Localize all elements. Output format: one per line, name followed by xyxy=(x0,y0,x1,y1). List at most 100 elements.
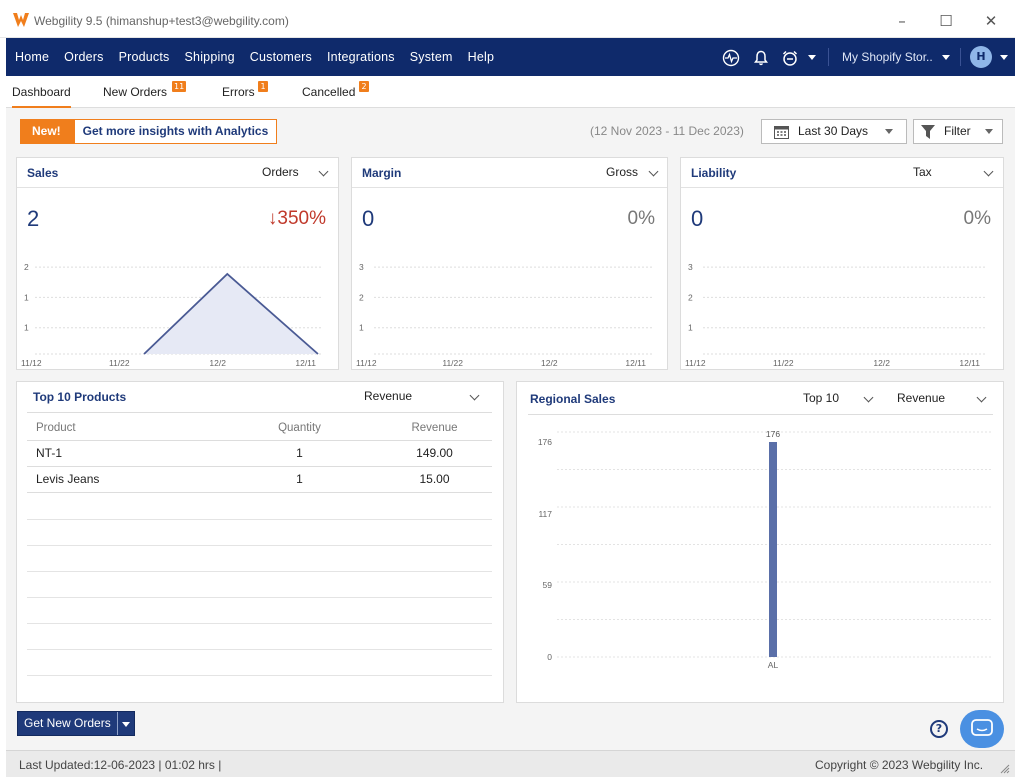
y-tick-label: 2 xyxy=(24,262,29,272)
filter-icon xyxy=(921,125,935,139)
table-row[interactable]: Levis Jeans 1 15.00 xyxy=(27,466,492,493)
margin-chart: 1 2 3 11/12 11/22 12/2 12/11 xyxy=(356,262,652,368)
card-title: Top 10 Products xyxy=(33,390,127,404)
x-tick-label: 11/22 xyxy=(773,358,794,368)
x-tick-label: 11/12 xyxy=(685,358,706,368)
tab-dashboard[interactable]: Dashboard xyxy=(12,76,71,108)
nav-item-home[interactable]: Home xyxy=(6,38,61,76)
nav-item-integrations[interactable]: Integrations xyxy=(324,38,407,76)
nav-item-customers[interactable]: Customers xyxy=(247,38,324,76)
get-new-orders-button[interactable]: Get New Orders xyxy=(17,711,135,736)
x-tick-label: 11/12 xyxy=(356,358,377,368)
chevron-down-icon[interactable] xyxy=(976,392,987,403)
x-tick-label: 11/22 xyxy=(442,358,463,368)
main-nav: Home Orders Products Shipping Customers Integ… xyxy=(6,38,1015,76)
series-area xyxy=(144,274,318,354)
x-tick-label: 12/2 xyxy=(209,358,226,368)
avatar[interactable]: H xyxy=(970,46,992,68)
nav-item-orders[interactable]: Orders xyxy=(61,38,115,76)
errors-badge: 1 xyxy=(258,81,268,92)
card-header: Sales Orders xyxy=(17,158,338,188)
card-title: Margin xyxy=(362,166,402,180)
alarm-clock-icon[interactable] xyxy=(781,49,799,67)
promo-message[interactable]: Get more insights with Analytics xyxy=(75,120,277,143)
bell-icon[interactable] xyxy=(752,49,770,67)
empty-row xyxy=(27,571,492,572)
column-header-product: Product xyxy=(27,416,222,441)
sales-change-value: 350% xyxy=(277,208,326,229)
analytics-promo[interactable]: New! Get more insights with Analytics xyxy=(20,119,278,144)
chevron-down-icon[interactable] xyxy=(318,166,329,177)
column-header-revenue: Revenue xyxy=(377,416,492,441)
tab-errors[interactable]: Errors xyxy=(222,76,255,108)
sub-tabs: Dashboard New Orders 11 Errors 1 Cancell… xyxy=(6,76,1015,108)
calendar-icon xyxy=(774,126,789,139)
empty-row xyxy=(27,675,492,676)
get-new-orders-caret-icon[interactable] xyxy=(118,712,134,735)
close-icon[interactable]: ✕ xyxy=(980,10,1002,32)
bar xyxy=(769,442,777,657)
y-tick-label: 3 xyxy=(359,262,364,272)
maximize-icon[interactable]: ☐ xyxy=(935,10,957,32)
nav-item-help[interactable]: Help xyxy=(465,38,507,76)
alarm-dropdown-caret-icon[interactable] xyxy=(808,55,816,60)
empty-row xyxy=(27,649,492,650)
nav-item-shipping[interactable]: Shipping xyxy=(182,38,247,76)
top-products-metric-selector[interactable]: Revenue xyxy=(364,389,412,403)
data-label: 176 xyxy=(766,429,780,439)
regional-metric-selector[interactable]: Revenue xyxy=(897,391,945,405)
liability-card: Liability Tax 0 0% 1 2 3 11/12 11/22 12/2 12/1… xyxy=(680,157,1004,370)
chevron-down-icon[interactable] xyxy=(648,166,659,177)
avatar-dropdown-caret-icon[interactable] xyxy=(1000,55,1008,60)
sales-change: ↓350% xyxy=(268,208,326,230)
x-tick-label: AL xyxy=(768,660,779,670)
card-header: Liability Tax xyxy=(681,158,1003,188)
product-quantity: 1 xyxy=(222,466,377,493)
nav-item-system[interactable]: System xyxy=(407,38,465,76)
help-icon[interactable]: ? xyxy=(930,720,948,738)
card-title: Regional Sales xyxy=(530,392,616,406)
period-dropdown[interactable]: Last 30 Days xyxy=(761,119,907,144)
chevron-down-icon[interactable] xyxy=(469,390,480,401)
chat-launcher-button[interactable] xyxy=(960,710,1004,748)
minimize-icon[interactable]: – xyxy=(891,10,913,32)
margin-card: Margin Gross 0 0% 1 2 3 11/12 11/22 12/2 12/11 xyxy=(351,157,668,370)
last-updated-text: Last Updated:12-06-2023 | 01:02 hrs | xyxy=(19,758,222,772)
date-range-text: (12 Nov 2023 - 11 Dec 2023) xyxy=(590,124,744,138)
liability-metric-selector[interactable]: Tax xyxy=(913,165,932,179)
get-new-orders-label[interactable]: Get New Orders xyxy=(18,712,118,735)
regional-top-selector[interactable]: Top 10 xyxy=(803,391,839,405)
activity-icon[interactable] xyxy=(722,49,740,67)
copyright-text: Copyright © 2023 Webgility Inc. xyxy=(815,758,984,772)
x-tick-label: 12/11 xyxy=(625,358,646,368)
liability-chart: 1 2 3 11/12 11/22 12/2 12/11 xyxy=(685,262,986,368)
product-name: Levis Jeans xyxy=(27,466,222,493)
filter-dropdown[interactable]: Filter xyxy=(913,119,1003,144)
table-row[interactable]: NT-1 1 149.00 xyxy=(27,440,492,467)
y-tick-label: 3 xyxy=(688,262,693,272)
y-tick-label: 2 xyxy=(688,292,693,302)
tab-new-orders[interactable]: New Orders xyxy=(103,76,167,108)
card-divider xyxy=(27,412,492,413)
new-orders-badge: 11 xyxy=(172,81,187,92)
resize-grip-icon[interactable] xyxy=(1000,764,1010,774)
nav-item-products[interactable]: Products xyxy=(116,38,182,76)
product-revenue: 15.00 xyxy=(377,466,492,493)
store-dropdown-caret-icon[interactable] xyxy=(942,55,950,60)
period-caret-icon xyxy=(885,129,893,134)
sales-chart: 1 1 2 11/12 11/22 12/2 12/11 xyxy=(21,262,322,368)
chevron-down-icon[interactable] xyxy=(863,392,874,403)
card-divider xyxy=(528,414,993,415)
y-tick-label: 1 xyxy=(24,292,29,302)
margin-value: 0 xyxy=(362,206,375,231)
sales-metric-selector[interactable]: Orders xyxy=(262,165,299,179)
chevron-down-icon[interactable] xyxy=(983,166,994,177)
store-selector[interactable]: My Shopify Stor.. xyxy=(842,38,933,76)
chat-icon xyxy=(971,719,993,736)
margin-metric-selector[interactable]: Gross xyxy=(606,165,638,179)
product-name: NT-1 xyxy=(27,440,222,467)
product-quantity: 1 xyxy=(222,440,377,467)
tab-cancelled[interactable]: Cancelled xyxy=(302,76,355,108)
y-tick-label: 0 xyxy=(547,652,552,662)
y-tick-label: 1 xyxy=(688,323,693,333)
